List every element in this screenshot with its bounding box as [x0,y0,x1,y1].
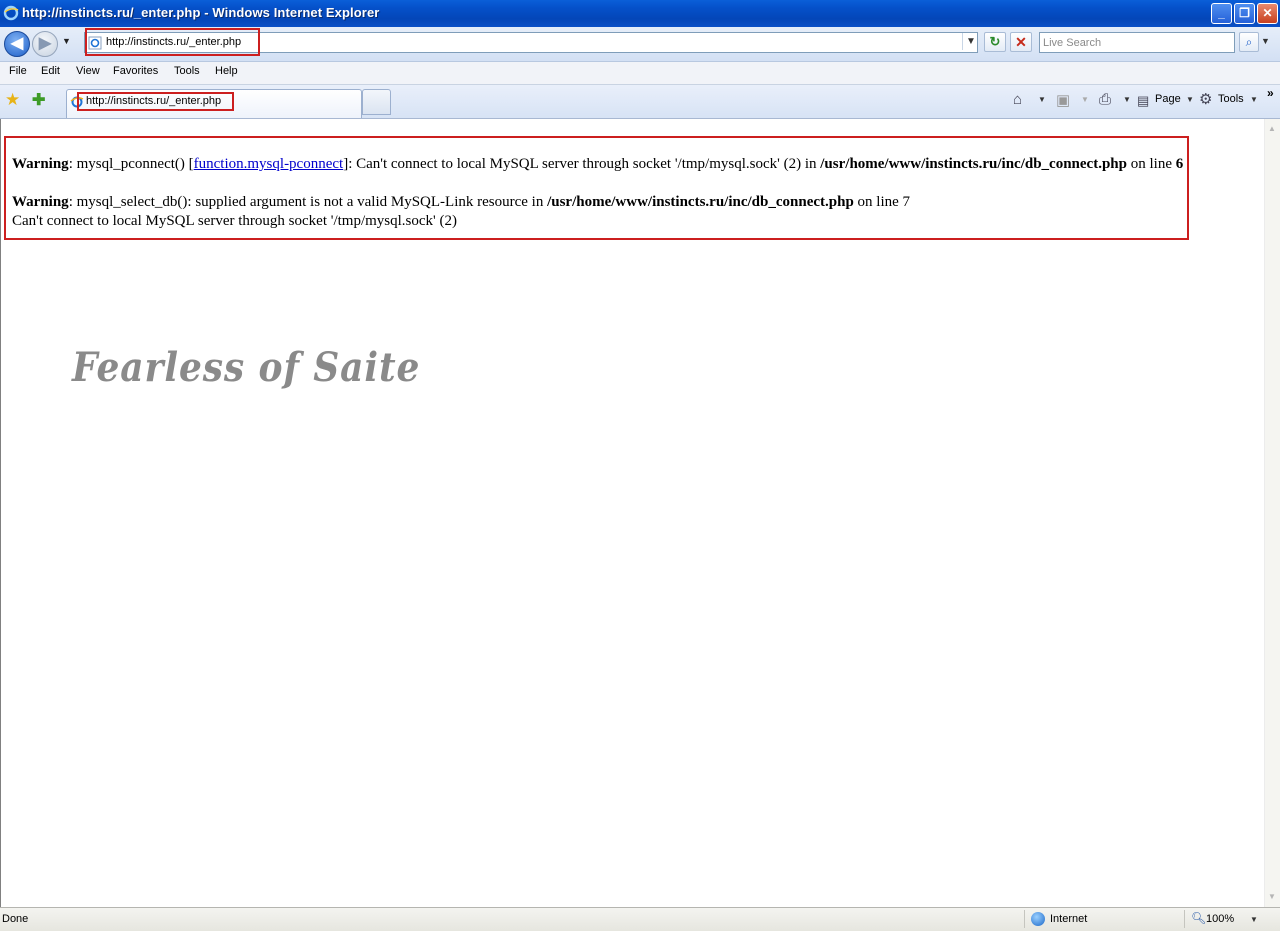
close-button[interactable]: ✕ [1257,3,1278,24]
menu-favorites[interactable]: Favorites [113,65,158,77]
page-ie-icon [88,36,102,50]
scroll-up-arrow-icon[interactable]: ▲ [1265,121,1279,137]
gear-icon[interactable]: ⚙ [1199,90,1212,108]
security-zone-label[interactable]: Internet [1050,913,1087,925]
address-url[interactable]: http://instincts.ru/_enter.php [106,36,241,48]
feeds-icon[interactable]: ▣ [1056,91,1070,109]
line-number: 7 [902,194,911,210]
ie-logo-icon [3,5,19,21]
zoom-magnifier-icon[interactable]: 🔍︎ [1191,911,1206,925]
toolbar-chevron-icon[interactable]: » [1267,86,1274,100]
home-icon[interactable]: ⌂ [1013,91,1022,108]
maximize-button[interactable]: ❐ [1234,3,1255,24]
forward-button[interactable]: ▶ [32,31,58,57]
new-tab-button[interactable] [362,89,391,115]
menu-file[interactable]: File [9,65,27,77]
warning-line-1: Warning: mysql_pconnect() [function.mysq… [12,156,1183,173]
file-path: /usr/home/www/instincts.ru/inc/db_connec… [547,194,854,210]
menu-edit[interactable]: Edit [41,65,60,77]
scroll-down-arrow-icon[interactable]: ▼ [1265,889,1279,905]
warning-label: Warning [12,156,69,172]
warning-text: ]: Can't connect to local MySQL server t… [343,156,821,172]
search-options-dropdown-icon[interactable]: ▼ [1261,36,1270,46]
warning-line-2: Warning: mysql_select_db(): supplied arg… [12,194,910,211]
status-divider [1184,910,1185,928]
menu-tools[interactable]: Tools [174,65,200,77]
window-title: http://instincts.ru/_enter.php - Windows… [22,5,380,20]
zoom-level[interactable]: 100% [1206,913,1234,925]
site-logo: Fearless of Saite [72,344,421,391]
warning-text: : mysql_select_db(): supplied argument i… [68,194,548,210]
error-message: Can't connect to local MySQL server thro… [12,213,457,229]
home-dropdown-icon[interactable]: ▼ [1038,95,1046,104]
internet-globe-icon [1031,912,1045,926]
warning-text: on line [853,194,903,210]
page-icon[interactable]: ▤ [1137,93,1149,109]
minimize-button[interactable]: _ [1211,3,1232,24]
back-button[interactable]: ◀ [4,31,30,57]
search-icon[interactable]: ⌕ [1239,32,1259,52]
page-menu-button[interactable]: Page [1155,93,1181,105]
tools-menu-button[interactable]: Tools [1218,93,1244,105]
refresh-button[interactable]: ↻ [984,32,1006,52]
print-dropdown-icon[interactable]: ▼ [1123,95,1131,104]
status-bar [0,907,1280,931]
feeds-dropdown-icon[interactable]: ▼ [1081,95,1089,104]
page-dropdown-icon[interactable]: ▼ [1186,95,1194,104]
status-text: Done [2,913,29,925]
menu-view[interactable]: View [76,65,100,77]
recent-pages-dropdown-icon[interactable]: ▼ [62,36,71,46]
vertical-scrollbar[interactable] [1264,119,1280,907]
warning-text: : mysql_pconnect() [ [68,156,194,172]
menu-help[interactable]: Help [215,65,238,77]
favorites-center-star-icon[interactable]: ★ [5,90,20,110]
search-input[interactable] [1039,32,1235,53]
add-favorite-icon[interactable]: ✚ [32,90,45,110]
tab-label[interactable]: http://instincts.ru/_enter.php [86,95,221,107]
zoom-dropdown-icon[interactable]: ▼ [1250,915,1258,924]
php-doc-link[interactable]: function.mysql-pconnect [194,156,344,172]
warning-label: Warning [12,194,69,210]
line-number: 6 [1175,156,1184,172]
status-divider [1024,910,1025,928]
title-bar: http://instincts.ru/_enter.php - Windows… [0,0,1280,27]
warning-text: on line [1126,156,1176,172]
file-path: /usr/home/www/instincts.ru/inc/db_connec… [820,156,1127,172]
tools-dropdown-icon[interactable]: ▼ [1250,95,1258,104]
stop-button[interactable]: ✕ [1010,32,1032,52]
address-dropdown-icon[interactable]: ▼ [962,33,979,50]
print-icon[interactable]: ⎙ [1099,91,1111,108]
